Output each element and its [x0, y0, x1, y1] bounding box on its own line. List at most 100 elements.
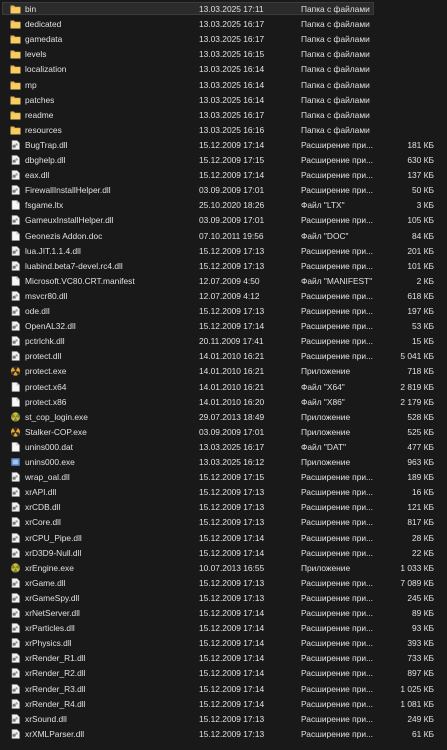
file-row[interactable]: levels 13.03.2025 16:15 Папка с файлами — [0, 47, 447, 61]
file-name: xrEngine.exe — [25, 562, 74, 573]
file-date-modified: 03.09.2009 17:01 — [199, 215, 265, 226]
file-name: dedicated — [25, 19, 62, 30]
file-name: BugTrap.dll — [25, 139, 68, 150]
file-date-modified: 14.01.2010 16:21 — [199, 351, 265, 362]
file-row[interactable]: eax.dll 15.12.2009 17:14 Расширение при...… — [0, 168, 447, 182]
file-row[interactable]: xrCPU_Pipe.dll 15.12.2009 17:14 Расширение… — [0, 531, 447, 545]
file-row[interactable]: xrRender_R4.dll 15.12.2009 17:14 Расширени… — [0, 697, 447, 711]
file-date-modified: 15.12.2009 17:13 — [199, 502, 265, 513]
file-row[interactable]: msvcr80.dll 12.07.2009 4:12 Расширение при… — [0, 289, 447, 303]
file-name: FirewallInstallHelper.dll — [25, 185, 111, 196]
file-row[interactable]: xrSound.dll 15.12.2009 17:13 Расширение пр… — [0, 712, 447, 726]
dll-file-icon — [10, 593, 21, 603]
file-name: OpenAL32.dll — [25, 321, 76, 332]
file-type: Папка с файлами — [301, 94, 370, 105]
file-size: 197 КБ — [407, 306, 434, 316]
file-row[interactable]: GameuxInstallHelper.dll 03.09.2009 17:01 Р… — [0, 213, 447, 227]
file-row[interactable]: protect.exe 14.01.2010 16:21 Приложение 718… — [0, 364, 447, 378]
file-size: 1 025 КБ — [400, 683, 434, 694]
file-date-modified: 15.12.2009 17:14 — [199, 653, 265, 664]
file-date-modified: 25.10.2020 18:26 — [199, 200, 265, 211]
file-row[interactable]: localization 13.03.2025 16:14 Папка с файл… — [0, 62, 447, 76]
file-size: 105 КБ — [407, 215, 434, 226]
file-row[interactable]: xrRender_R1.dll 15.12.2009 17:14 Расширени… — [0, 651, 447, 665]
file-type: Папка с файлами — [301, 124, 370, 135]
file-row[interactable]: xrPhysics.dll 15.12.2009 17:14 Расширение … — [0, 636, 447, 650]
file-row[interactable]: lua.JIT.1.1.4.dll 15.12.2009 17:13 Расшире… — [0, 244, 447, 258]
file-row[interactable]: wrap_oal.dll 15.12.2009 17:15 Расширение п… — [0, 470, 447, 484]
file-row[interactable]: st_cop_login.exe 29.07.2013 18:49 Приложен… — [0, 410, 447, 424]
file-row[interactable]: readme 13.03.2025 16:17 Папка с файлами — [0, 108, 447, 122]
file-date-modified: 13.03.2025 16:14 — [199, 79, 265, 90]
file-row[interactable]: Geonezis Addon.doc 07.10.2011 19:56 Файл "… — [0, 229, 447, 243]
file-type: Папка с файлами — [301, 4, 370, 14]
file-row[interactable]: xrAPI.dll 15.12.2009 17:13 Расширение при.… — [0, 485, 447, 499]
folder-icon — [10, 95, 21, 105]
file-row[interactable]: mp 13.03.2025 16:14 Папка с файлами — [0, 78, 447, 92]
file-row[interactable]: resources 13.03.2025 16:16 Папка с файлами — [0, 123, 447, 137]
file-name: unins000.dat — [25, 441, 73, 452]
folder-icon — [10, 80, 21, 90]
file-row[interactable]: xrRender_R2.dll 15.12.2009 17:14 Расширени… — [0, 666, 447, 680]
file-name: patches — [25, 94, 55, 105]
file-row[interactable]: xrCDB.dll 15.12.2009 17:13 Расширение при.… — [0, 500, 447, 514]
file-name: st_cop_login.exe — [25, 411, 88, 422]
file-row[interactable]: xrXMLParser.dll 15.12.2009 17:13 Расширени… — [0, 727, 447, 741]
file-row[interactable]: xrD3D9-Null.dll 15.12.2009 17:14 Расширени… — [0, 546, 447, 560]
dll-file-icon — [10, 668, 21, 679]
file-row[interactable]: patches 13.03.2025 16:14 Папка с файлами — [0, 93, 447, 107]
file-row[interactable]: xrRender_R3.dll 15.12.2009 17:14 Расширени… — [0, 682, 447, 696]
file-row[interactable]: fsgame.ltx 25.10.2020 18:26 Файл "LTX" 3 КБ — [0, 198, 447, 212]
file-name: readme — [25, 109, 54, 120]
file-row[interactable]: xrNetServer.dll 15.12.2009 17:14 Расширени… — [0, 606, 447, 620]
file-row[interactable]: luabind.beta7-devel.rc4.dll 15.12.2009 17… — [0, 259, 447, 273]
file-row[interactable]: dedicated 13.03.2025 16:17 Папка с файлами — [0, 17, 447, 31]
file-row[interactable]: Stalker-COP.exe 03.09.2009 17:01 Приложени… — [0, 425, 447, 439]
file-row[interactable]: Microsoft.VC80.CRT.manifest 12.07.2009 4:… — [0, 274, 447, 288]
file-name: xrAPI.dll — [25, 487, 57, 498]
dll-file-icon — [10, 517, 21, 528]
file-row[interactable]: xrCore.dll 15.12.2009 17:13 Расширение при… — [0, 515, 447, 529]
file-date-modified: 15.12.2009 17:14 — [199, 683, 265, 694]
file-row[interactable]: OpenAL32.dll 15.12.2009 17:14 Расширение п… — [0, 319, 447, 333]
file-row[interactable]: BugTrap.dll 15.12.2009 17:14 Расширение пр… — [0, 138, 447, 152]
file-row[interactable]: xrParticles.dll 15.12.2009 17:14 Расширени… — [0, 621, 447, 635]
file-row[interactable]: bin 13.03.2025 17:11 Папка с файлами — [0, 2, 447, 16]
dll-file-icon — [10, 502, 21, 513]
file-date-modified: 12.07.2009 4:12 — [199, 290, 260, 301]
dll-file-icon — [10, 170, 21, 180]
file-row[interactable]: protect.x86 14.01.2010 16:20 Файл "X86" 2 1… — [0, 395, 447, 409]
file-size: 525 КБ — [407, 426, 434, 437]
file-size: 249 КБ — [407, 713, 434, 724]
dll-file-icon — [10, 577, 21, 588]
file-row[interactable]: dbghelp.dll 15.12.2009 17:15 Расширение пр… — [0, 153, 447, 167]
file-size: 101 КБ — [407, 260, 434, 271]
file-date-modified: 15.12.2009 17:14 — [199, 608, 265, 618]
file-date-modified: 15.12.2009 17:14 — [199, 638, 265, 649]
file-name: xrNetServer.dll — [25, 608, 80, 618]
file-date-modified: 14.01.2010 16:21 — [199, 366, 265, 377]
file-row[interactable]: xrGameSpy.dll 15.12.2009 17:13 Расширение … — [0, 591, 447, 605]
file-name: xrD3D9-Null.dll — [25, 547, 82, 558]
file-row[interactable]: protect.x64 14.01.2010 16:21 Файл "X64" 2 8… — [0, 380, 447, 394]
file-row[interactable]: unins000.exe 13.03.2025 16:12 Приложение 96… — [0, 455, 447, 469]
file-size: 84 КБ — [411, 230, 434, 241]
dll-file-icon — [10, 306, 21, 316]
file-row[interactable]: FirewallInstallHelper.dll 03.09.2009 17:0… — [0, 183, 447, 197]
folder-icon — [10, 125, 21, 135]
file-row[interactable]: xrEngine.exe 10.07.2013 16:55 Приложение 1 … — [0, 561, 447, 575]
file-row[interactable]: xrGame.dll 15.12.2009 17:13 Расширение при… — [0, 576, 447, 590]
blank-file-icon — [10, 275, 21, 286]
file-size: 477 КБ — [407, 441, 434, 452]
file-size: 245 КБ — [407, 592, 434, 603]
file-date-modified: 15.12.2009 17:13 — [199, 245, 265, 256]
file-date-modified: 15.12.2009 17:13 — [199, 517, 265, 528]
file-row[interactable]: gamedata 13.03.2025 16:17 Папка с файлами — [0, 32, 447, 46]
file-row[interactable]: unins000.dat 13.03.2025 16:17 Файл "DAT" 47… — [0, 440, 447, 454]
file-row[interactable]: pctrlchk.dll 20.11.2009 17:41 Расширение п… — [0, 334, 447, 348]
green-exe-icon — [10, 563, 21, 573]
file-date-modified: 15.12.2009 17:13 — [199, 487, 265, 498]
file-row[interactable]: protect.dll 14.01.2010 16:21 Расширение пр… — [0, 349, 447, 363]
dll-file-icon — [10, 532, 21, 543]
file-row[interactable]: ode.dll 15.12.2009 17:13 Расширение при...… — [0, 304, 447, 318]
